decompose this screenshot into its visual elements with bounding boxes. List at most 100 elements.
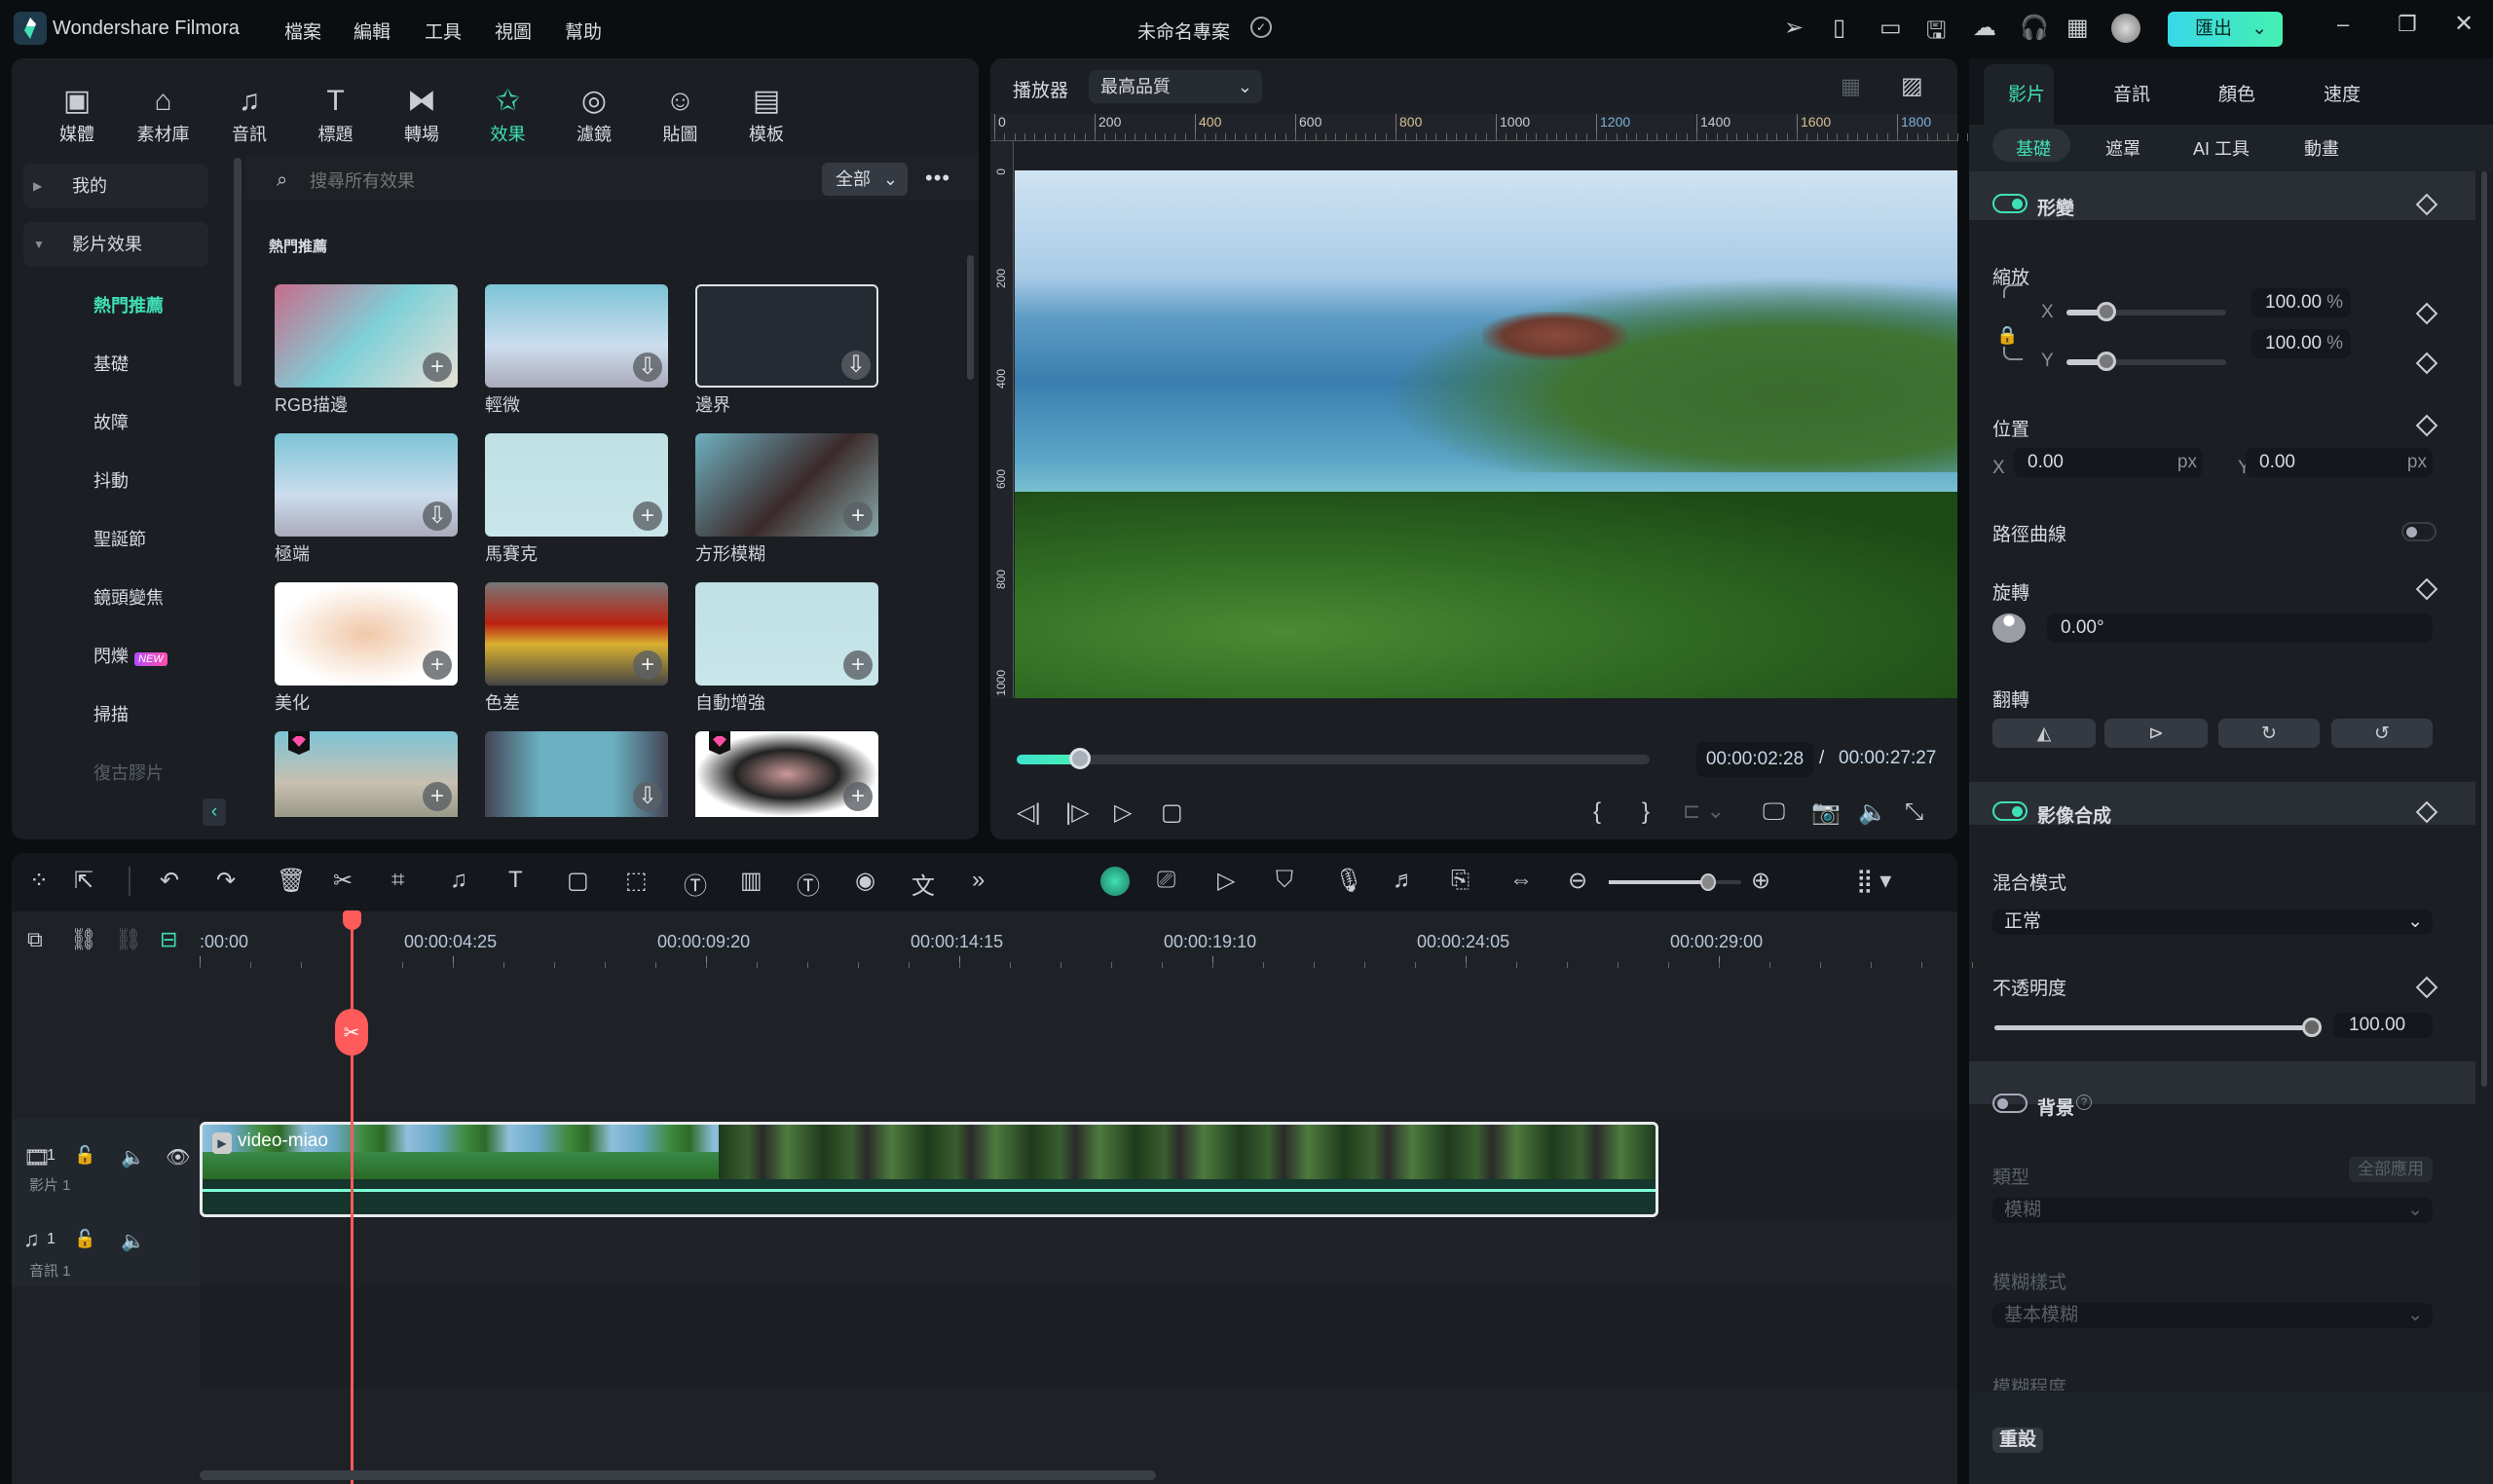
menu-tools[interactable]: 工具: [425, 18, 462, 44]
timeline-scrollbar[interactable]: [200, 1470, 1156, 1480]
path-curve-toggle[interactable]: [2401, 522, 2437, 541]
previous-frame-icon[interactable]: ◁|: [1017, 798, 1041, 827]
scope-icon[interactable]: ▨: [1901, 72, 1923, 100]
stop-icon[interactable]: ▢: [1161, 798, 1183, 827]
tts-icon[interactable]: Ⓣ: [797, 867, 820, 901]
render-preview-icon[interactable]: ▷: [1217, 867, 1235, 895]
audio-icon[interactable]: ♫: [450, 867, 467, 894]
flip-horizontal-button[interactable]: ◭: [1992, 719, 2096, 748]
scale-x-input[interactable]: 100.00%: [2251, 288, 2351, 317]
quality-dropdown[interactable]: 最高品質 ⌄: [1089, 70, 1262, 103]
fit-timeline-icon[interactable]: ⇔: [1509, 867, 1533, 894]
sidebar-item[interactable]: 抖動: [93, 467, 129, 493]
layout-icon[interactable]: ▭: [1879, 14, 1902, 42]
position-y-input[interactable]: 0.00 px: [2246, 448, 2433, 477]
voice-icon[interactable]: ◉: [855, 867, 875, 895]
phone-timer-icon[interactable]: ▯: [1833, 14, 1845, 42]
bg-type-dropdown[interactable]: 模糊 ⌄: [1992, 1198, 2433, 1223]
add-track-icon[interactable]: ⧉: [27, 927, 43, 952]
sidebar-item[interactable]: 復古膠片: [93, 760, 164, 785]
menu-edit[interactable]: 編輯: [353, 18, 391, 44]
unlink-icon[interactable]: ⛓: [115, 927, 142, 952]
translate-icon[interactable]: 文: [912, 867, 935, 901]
collapse-sidebar-button[interactable]: ‹: [203, 798, 226, 826]
sidebar-group-mine[interactable]: ▶ 我的: [23, 164, 208, 208]
sidebar-item[interactable]: 基礎: [93, 351, 129, 376]
zoom-out-icon[interactable]: ⊖: [1568, 867, 1587, 895]
scale-x-slider[interactable]: [2066, 302, 2226, 321]
composite-toggle[interactable]: [1992, 801, 2028, 821]
avatar[interactable]: [2111, 14, 2140, 43]
inspector-subtab[interactable]: 基礎: [2016, 135, 2051, 161]
split-scissors-icon[interactable]: ✂: [335, 1009, 368, 1056]
inspector-tab[interactable]: 速度: [2324, 80, 2361, 106]
menu-file[interactable]: 檔案: [284, 18, 321, 44]
play-icon[interactable]: ▷: [1114, 798, 1132, 827]
effect-thumbnail[interactable]: +: [485, 582, 668, 686]
delete-icon[interactable]: 🗑: [277, 867, 306, 895]
scale-y-slider[interactable]: [2066, 352, 2226, 371]
download-icon[interactable]: ⇩: [841, 351, 871, 380]
download-icon[interactable]: ⇩: [633, 782, 662, 811]
effect-thumbnail[interactable]: +: [485, 433, 668, 537]
layout-options-icon[interactable]: ⣿ ▾: [1856, 867, 1891, 895]
download-icon[interactable]: ⇩: [633, 352, 662, 382]
eye-icon[interactable]: 👁: [166, 1145, 190, 1169]
insert-clip-icon[interactable]: ⊏ ⌄: [1683, 798, 1725, 824]
effect-thumbnail[interactable]: ⇩: [275, 433, 458, 537]
sidebar-item[interactable]: 聖誕節: [93, 526, 146, 551]
fullscreen-icon[interactable]: ⤡: [1905, 798, 1923, 826]
microphone-icon[interactable]: 🎙: [1334, 867, 1363, 895]
sidebar-item[interactable]: 熱門推薦: [93, 292, 164, 317]
mark-in-icon[interactable]: {: [1593, 798, 1601, 826]
chevron-down-icon[interactable]: ⌄: [2251, 12, 2267, 47]
add-icon[interactable]: +: [423, 352, 452, 382]
progress-handle[interactable]: [1069, 748, 1091, 769]
track-volume-icon[interactable]: 🔈: [121, 1145, 145, 1169]
save-icon[interactable]: 🖫: [1926, 14, 1946, 54]
menu-help[interactable]: 幫助: [565, 18, 602, 44]
filter-dropdown[interactable]: 全部 ⌄: [822, 163, 908, 196]
snapshot-icon[interactable]: 📷: [1811, 798, 1841, 827]
sidebar-item[interactable]: 掃描: [93, 701, 129, 726]
inspector-subtab[interactable]: 遮罩: [2105, 135, 2140, 161]
menu-view[interactable]: 視圖: [495, 18, 532, 44]
timeline-zoom-slider[interactable]: [1609, 873, 1741, 891]
select-icon[interactable]: ⇱: [74, 867, 93, 895]
effect-thumbnail[interactable]: +: [695, 731, 878, 817]
apply-all-button[interactable]: 全部應用: [2349, 1157, 2433, 1182]
add-icon[interactable]: +: [843, 650, 873, 680]
unlock-icon[interactable]: 🔓: [74, 1229, 95, 1249]
inspector-subtab[interactable]: 動畫: [2304, 135, 2339, 161]
rotate-input[interactable]: 0.00°: [2047, 613, 2433, 643]
link-icon[interactable]: ⛓: [70, 927, 97, 952]
tab-media[interactable]: ▣ 媒體: [43, 82, 111, 146]
effect-thumbnail[interactable]: +: [275, 731, 458, 817]
headset-icon[interactable]: 🎧: [2020, 14, 2049, 42]
crop-icon[interactable]: ⌗: [391, 867, 405, 894]
effect-thumbnail[interactable]: ⇩: [485, 731, 668, 817]
rotate-left-button[interactable]: ↺: [2331, 719, 2433, 748]
tab-sticker[interactable]: ☺ 貼圖: [647, 82, 715, 146]
sidebar-item[interactable]: 故障: [93, 409, 129, 434]
flip-vertical-button[interactable]: ⊳: [2104, 719, 2208, 748]
display-icon[interactable]: 🖵: [1763, 798, 1785, 826]
video-clip[interactable]: ▶ video-miao: [200, 1122, 1658, 1217]
blend-mode-dropdown[interactable]: 正常 ⌄: [1992, 909, 2433, 935]
rotate-right-button[interactable]: ↻: [2218, 719, 2320, 748]
reset-button[interactable]: 重設: [1992, 1428, 2043, 1453]
shape-icon[interactable]: ▢: [567, 867, 589, 895]
audio-mix-icon[interactable]: ♬: [1393, 867, 1416, 894]
position-x-input[interactable]: 0.00 px: [2014, 448, 2203, 477]
more-options-icon[interactable]: •••: [925, 166, 950, 191]
add-icon[interactable]: +: [423, 782, 452, 811]
add-icon[interactable]: +: [843, 782, 873, 811]
opacity-input[interactable]: 100.00: [2333, 1013, 2433, 1038]
scale-y-input[interactable]: 100.00%: [2251, 329, 2351, 358]
effect-thumbnail[interactable]: ⇩: [695, 284, 878, 388]
next-frame-icon[interactable]: |▷: [1065, 798, 1090, 827]
inspector-tab[interactable]: 影片: [2008, 80, 2045, 106]
add-icon[interactable]: +: [633, 501, 662, 531]
sidebar-scrollbar[interactable]: [234, 158, 242, 387]
search-input[interactable]: [310, 167, 797, 195]
